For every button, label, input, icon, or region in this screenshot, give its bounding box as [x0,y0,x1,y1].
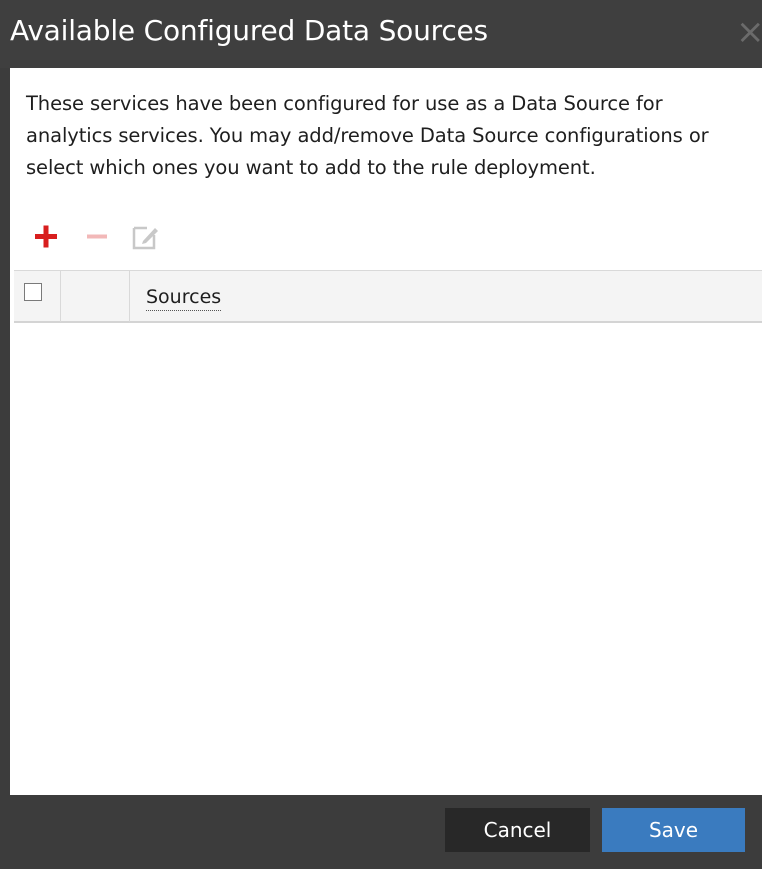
select-all-column [14,271,61,322]
edit-icon [132,226,158,250]
add-button[interactable] [32,222,62,252]
edit-button[interactable] [130,222,160,252]
cancel-button[interactable]: Cancel [445,808,590,852]
dialog-footer: Cancel Save [0,795,762,869]
dialog-content: These services have been configured for … [10,68,762,795]
save-button[interactable]: Save [602,808,745,852]
minus-icon [87,234,107,239]
remove-button[interactable] [82,222,112,252]
dialog-description: These services have been configured for … [26,92,709,179]
data-sources-dialog: Available Configured Data Sources × Thes… [0,0,762,869]
grid-header: Sources [14,270,762,323]
dialog-titlebar: Available Configured Data Sources × [0,0,762,68]
sources-grid: Sources [14,270,762,795]
close-icon[interactable]: × [736,12,762,52]
sources-column-label: Sources [146,285,222,311]
sources-column-header[interactable]: Sources [130,271,762,322]
blank-column-header [61,271,130,322]
dialog-title: Available Configured Data Sources [10,14,488,47]
select-all-checkbox[interactable] [24,283,42,301]
plus-icon [35,225,57,248]
grid-body [14,323,762,795]
